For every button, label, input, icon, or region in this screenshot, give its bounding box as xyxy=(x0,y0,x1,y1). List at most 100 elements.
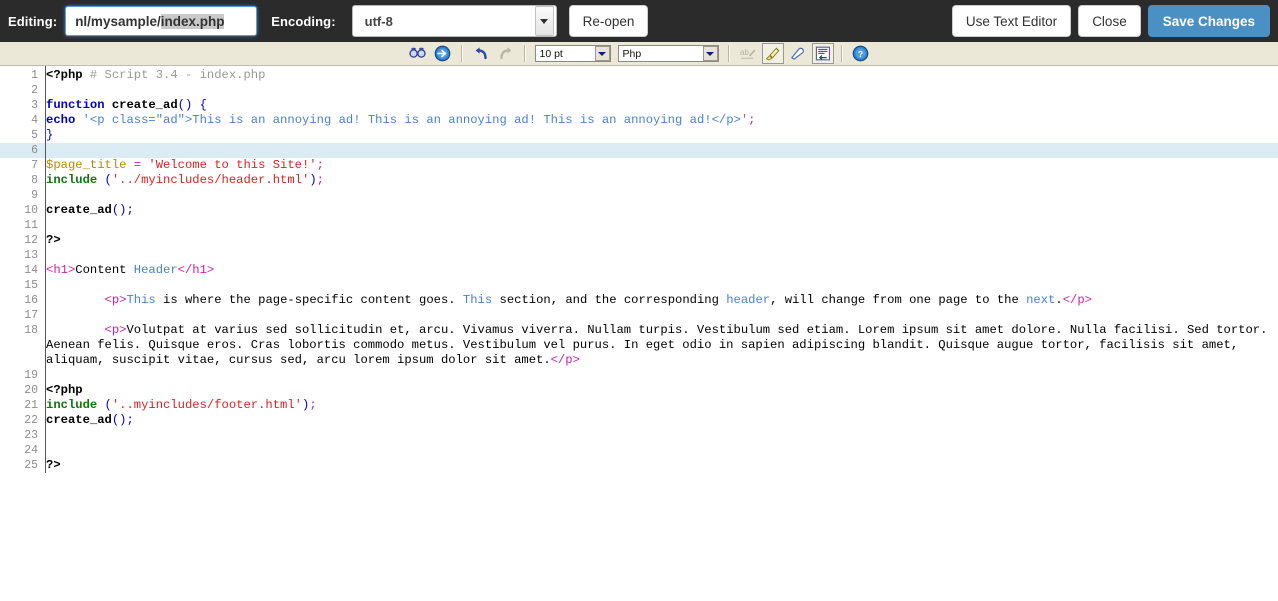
svg-text:?: ? xyxy=(858,49,863,59)
chevron-down-icon xyxy=(594,46,610,61)
code-line[interactable]: 14 <h1>Content Header</h1> xyxy=(0,263,1278,278)
line-content xyxy=(41,428,1278,443)
line-content: } xyxy=(41,128,1278,143)
token-semicolon: ; xyxy=(316,173,324,187)
code-line[interactable]: 17 xyxy=(0,308,1278,323)
line-number: 24 xyxy=(24,444,38,457)
line-content xyxy=(41,278,1278,293)
token-text-highlight: This xyxy=(462,293,493,307)
token-text: . xyxy=(1055,293,1063,307)
token-paren: ( xyxy=(97,173,112,187)
token-text: section, and the corresponding xyxy=(492,293,727,307)
token-punct: (); xyxy=(111,413,134,427)
token-variable: $page_title xyxy=(46,158,127,172)
code-line[interactable]: 8 include ('../myincludes/header.html'); xyxy=(0,173,1278,188)
code-line[interactable]: 19 xyxy=(0,368,1278,383)
code-line[interactable]: 18 <p>Volutpat at varius sed sollicitudi… xyxy=(0,323,1278,368)
token-paren: ) xyxy=(309,173,317,187)
line-number: 11 xyxy=(24,219,38,232)
close-button[interactable]: Close xyxy=(1078,5,1141,37)
line-content: include ('..myincludes/footer.html'); xyxy=(41,398,1278,413)
code-line[interactable]: 25 ?> xyxy=(0,458,1278,473)
code-line[interactable]: 3 function create_ad() { xyxy=(0,98,1278,113)
token-semicolon: ; xyxy=(316,158,324,172)
code-line[interactable]: 16 <p>This is where the page-specific co… xyxy=(0,293,1278,308)
font-size-select[interactable]: 10 pt xyxy=(534,45,611,62)
token-comment: # Script 3.4 - index.php xyxy=(82,68,266,82)
toolbar-separator xyxy=(840,45,843,62)
code-line[interactable]: 10 create_ad(); xyxy=(0,203,1278,218)
language-value: Php xyxy=(622,47,642,60)
token-text-highlight: This xyxy=(126,293,156,307)
token-function-call: create_ad xyxy=(46,413,112,427)
token-html-tag: </p> xyxy=(1062,293,1092,307)
code-line[interactable]: 1 <?php # Script 3.4 - index.php xyxy=(0,68,1278,83)
code-line[interactable]: 22 create_ad(); xyxy=(0,413,1278,428)
token-semicolon: ; xyxy=(309,398,317,412)
line-number: 17 xyxy=(24,309,38,322)
code-line[interactable]: 2 xyxy=(0,83,1278,98)
line-number: 3 xyxy=(31,99,38,112)
line-content: ?> xyxy=(41,233,1278,248)
toolbar-separator xyxy=(727,45,730,62)
spellcheck-icon: ab xyxy=(737,43,759,64)
wordwrap-icon[interactable] xyxy=(811,43,834,64)
token-text-highlight: next xyxy=(1026,293,1056,307)
line-number: 9 xyxy=(31,189,38,202)
encoding-select[interactable]: utf-8 xyxy=(351,5,557,37)
code-line[interactable]: 6 xyxy=(0,143,1278,158)
undo-icon[interactable] xyxy=(470,43,492,64)
token-keyword: function xyxy=(46,98,105,112)
token-html-tag: </h1> xyxy=(177,263,215,277)
line-number: 8 xyxy=(31,174,38,187)
line-content xyxy=(41,83,1278,98)
token-text: Volutpat at varius sed sollicitudin et, … xyxy=(46,323,1275,367)
token-html-tag: <h1> xyxy=(46,263,76,277)
highlight-icon[interactable] xyxy=(761,43,784,64)
token-text: , will change from one page to the xyxy=(770,293,1027,307)
eraser-icon[interactable] xyxy=(787,43,809,64)
language-select[interactable]: Php xyxy=(617,45,719,62)
line-number: 7 xyxy=(31,159,38,172)
toolbar-separator xyxy=(460,45,463,62)
line-number: 14 xyxy=(24,264,38,277)
code-line[interactable]: 12 ?> xyxy=(0,233,1278,248)
line-number: 2 xyxy=(31,84,38,97)
line-number: 19 xyxy=(24,369,38,382)
line-number: 25 xyxy=(24,459,38,472)
line-content: <?php xyxy=(41,383,1278,398)
token-string: This is an annoying ad! This is an annoy… xyxy=(192,113,741,127)
code-line[interactable]: 5 } xyxy=(0,128,1278,143)
code-line[interactable]: 23 xyxy=(0,428,1278,443)
token-text: is where the page-specific content goes. xyxy=(155,293,463,307)
help-icon[interactable]: ? xyxy=(850,43,872,64)
filename-input[interactable]: nl/mysample/index.php xyxy=(65,6,258,36)
redo-icon xyxy=(495,43,517,64)
find-icon[interactable] xyxy=(407,43,429,64)
token-function-name: create_ad xyxy=(104,98,178,112)
code-line[interactable]: 11 xyxy=(0,218,1278,233)
token-text-highlight: Header xyxy=(133,263,178,277)
code-line[interactable]: 7 $page_title = 'Welcome to this Site!'; xyxy=(0,158,1278,173)
code-editor-area[interactable]: 1 <?php # Script 3.4 - index.php 2 3 fun… xyxy=(0,66,1278,601)
code-line[interactable]: 24 xyxy=(0,443,1278,458)
line-number: 4 xyxy=(31,114,38,127)
goto-line-icon[interactable] xyxy=(432,43,454,64)
code-line[interactable]: 4 echo '<p class="ad">This is an annoyin… xyxy=(0,113,1278,128)
code-line[interactable]: 21 include ('..myincludes/footer.html'); xyxy=(0,398,1278,413)
line-number: 15 xyxy=(24,279,38,292)
editor-header-bar: Editing: nl/mysample/index.php Encoding:… xyxy=(0,0,1278,42)
line-number: 1 xyxy=(31,69,38,82)
svg-text:ab: ab xyxy=(740,48,749,57)
code-line[interactable]: 9 xyxy=(0,188,1278,203)
reopen-button[interactable]: Re-open xyxy=(568,5,649,37)
code-lines: 1 <?php # Script 3.4 - index.php 2 3 fun… xyxy=(0,66,1278,473)
token-php-close: ?> xyxy=(46,458,61,472)
code-line[interactable]: 15 xyxy=(0,278,1278,293)
code-line[interactable]: 13 xyxy=(0,248,1278,263)
code-line[interactable]: 20 <?php xyxy=(0,383,1278,398)
save-changes-button[interactable]: Save Changes xyxy=(1147,5,1270,37)
line-number: 16 xyxy=(24,294,38,307)
header-actions: Use Text Editor Close Save Changes xyxy=(951,5,1270,37)
use-text-editor-button[interactable]: Use Text Editor xyxy=(951,5,1072,37)
